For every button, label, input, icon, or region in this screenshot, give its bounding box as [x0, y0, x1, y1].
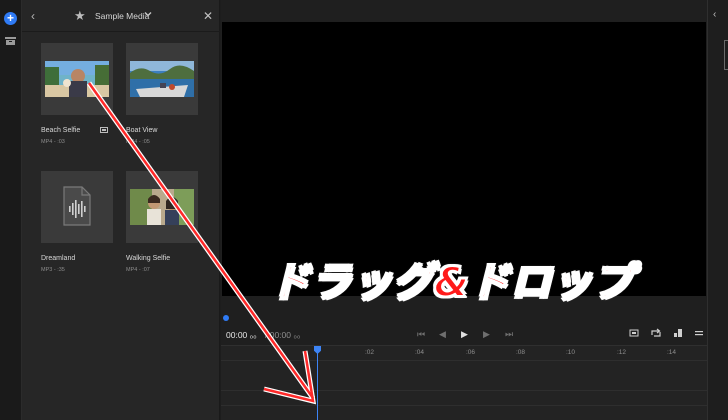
library-icon[interactable]	[5, 37, 16, 45]
timeline-tick-label: :08	[516, 349, 526, 356]
media-item-name: Walking Selfie	[126, 255, 171, 262]
playhead-line[interactable]	[317, 346, 318, 420]
media-item-meta: MP3 - :35	[41, 267, 65, 273]
timeline-tick-label: :14	[667, 349, 677, 356]
timeline-ruler-divider	[221, 360, 707, 361]
media-item-name: Dreamland	[41, 255, 76, 262]
favorite-star-icon[interactable]: ★	[74, 8, 86, 23]
timeline[interactable]: :02 :04 :06 :08 :10 :12 :14	[221, 345, 707, 420]
boat-view-thumbnail	[130, 61, 194, 97]
step-forward-icon[interactable]: ▶	[483, 328, 490, 340]
drag-and-drop-caption: ドラッグ&ドロップ	[269, 259, 634, 307]
close-icon[interactable]: ✕	[203, 9, 213, 23]
left-toolbar: +	[0, 0, 22, 420]
beach-selfie-thumbnail	[45, 61, 109, 97]
media-item-dreamland[interactable]: Dreamland MP3 - :35	[41, 171, 113, 281]
skip-to-start-icon[interactable]: ⏮	[417, 328, 425, 340]
resolution-icon[interactable]	[673, 328, 683, 338]
timecode-total: / 00:00 ₀₀	[265, 330, 301, 340]
timeline-tick-label: :06	[466, 349, 476, 356]
media-item-name: Boat View	[126, 127, 158, 134]
audio-file-icon	[63, 186, 91, 226]
timeline-tick-label: :10	[566, 349, 576, 356]
back-icon[interactable]: ‹	[31, 9, 35, 23]
play-icon[interactable]: ▶	[461, 328, 468, 340]
media-panel-title[interactable]: Sample Media	[95, 11, 149, 22]
timecode-current: 00:00 ₀₀	[226, 330, 257, 340]
loop-icon[interactable]	[651, 328, 661, 338]
media-panel: ‹ ★ Sample Media ✕ Beach Selfie MP4 -:0…	[22, 0, 220, 420]
timeline-tick-label: :12	[617, 349, 627, 356]
properties-box	[724, 40, 728, 70]
media-item-beach-selfie[interactable]: Beach Selfie MP4 - :03	[41, 43, 113, 153]
scrubber-handle[interactable]	[223, 315, 229, 321]
media-item-boat-view[interactable]: Boat View MP4 - :05	[126, 43, 198, 153]
media-panel-header: ‹ ★ Sample Media ✕	[22, 0, 220, 32]
media-item-name: Beach Selfie	[41, 127, 81, 134]
fit-screen-icon[interactable]	[629, 328, 639, 338]
track-divider	[221, 405, 707, 406]
collapse-chevron-icon[interactable]: ‹	[713, 9, 716, 21]
step-back-icon[interactable]: ◀	[439, 328, 446, 340]
track-divider	[221, 390, 707, 391]
timeline-tick-label: :04	[415, 349, 425, 356]
in-timeline-icon	[100, 127, 108, 133]
right-panel: ‹	[707, 0, 728, 420]
media-item-meta: MP4 - :03	[41, 139, 65, 145]
add-icon[interactable]: +	[4, 12, 17, 25]
media-item-walking-selfie[interactable]: Walking Selfie MP4 - :07	[126, 171, 198, 281]
thumbnail-box	[126, 171, 198, 243]
thumbnail-box	[126, 43, 198, 115]
thumbnail-box	[41, 43, 113, 115]
timeline-tick-label: :02	[365, 349, 375, 356]
preview-viewer[interactable]	[222, 22, 706, 296]
chevron-down-icon[interactable]	[143, 9, 153, 19]
media-item-meta: MP4 - :07	[126, 267, 150, 273]
thumbnail-box	[41, 171, 113, 243]
media-item-meta: MP4 - :05	[126, 139, 150, 145]
menu-icon[interactable]	[694, 328, 704, 338]
skip-to-end-icon[interactable]: ⏭	[505, 328, 513, 340]
walking-selfie-thumbnail	[130, 189, 194, 225]
